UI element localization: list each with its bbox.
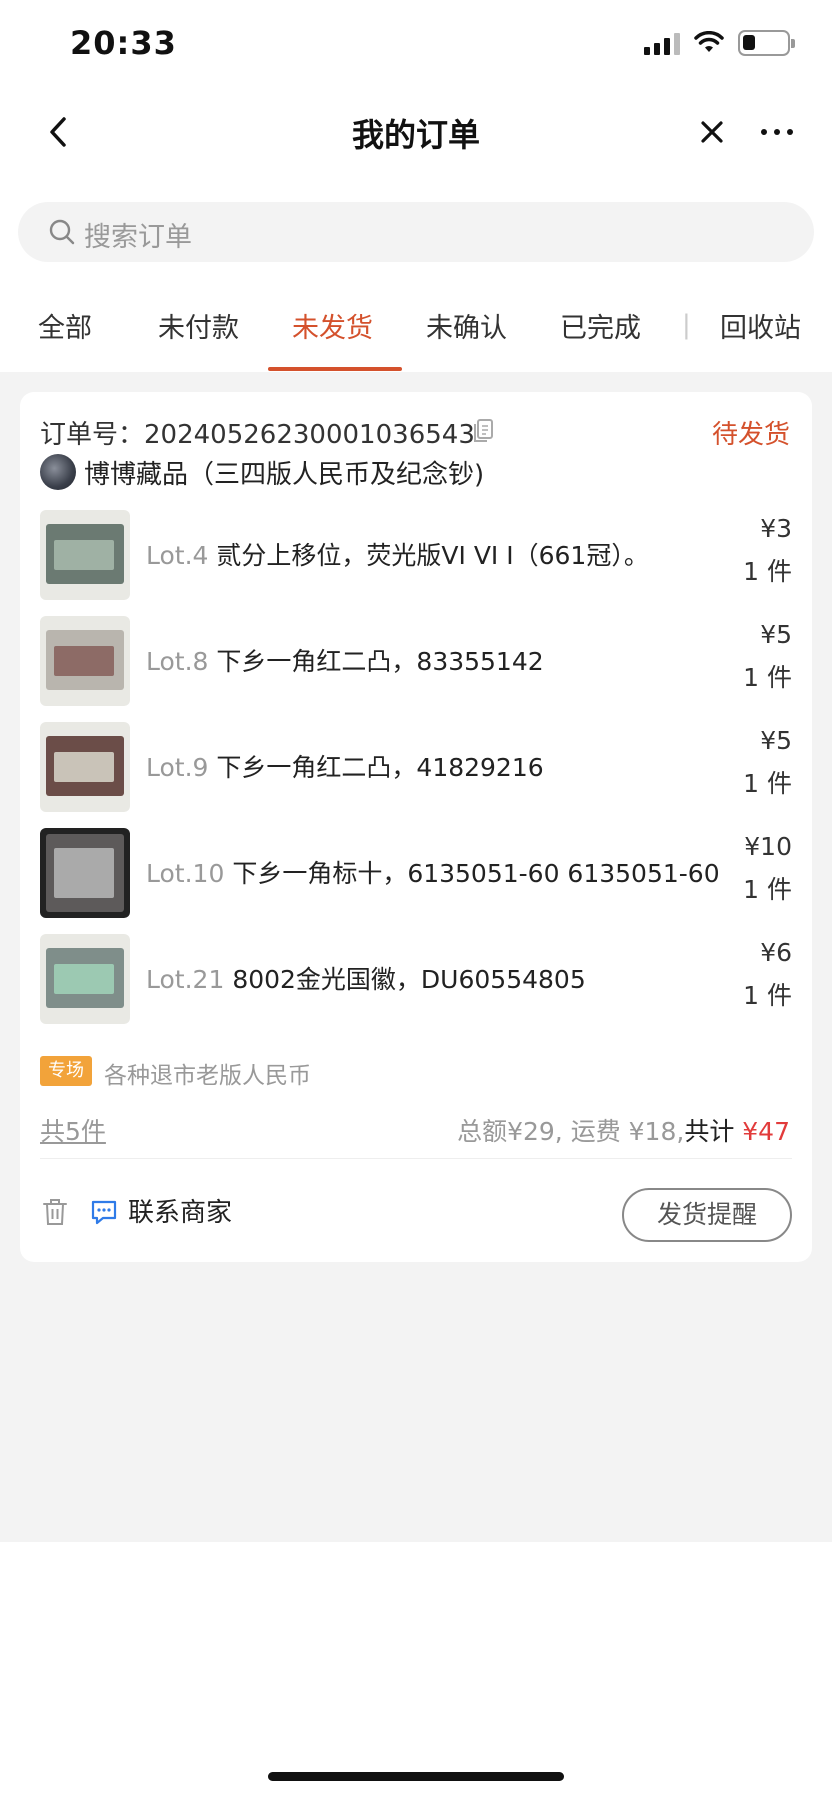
- divider: [40, 1158, 792, 1159]
- tab-all[interactable]: 全部: [38, 306, 92, 345]
- item-title: Lot.4 贰分上移位，荧光版VI VI I（661冠）。: [146, 536, 649, 572]
- item-thumbnail: [40, 510, 130, 600]
- item-quantity: 1 件: [743, 981, 792, 1010]
- item-title: Lot.9 下乡一角红二凸，41829216: [146, 748, 544, 784]
- order-number-value: 20240526230001036543: [144, 420, 475, 450]
- item-price: ¥3: [760, 514, 792, 543]
- item-name: 下乡一角红二凸，41829216: [216, 753, 544, 782]
- order-item[interactable]: Lot.21 8002金光国徽，DU60554805 ¥6 1 件: [40, 934, 792, 1026]
- item-lot: Lot.4: [146, 541, 209, 570]
- item-name: 8002金光国徽，DU60554805: [232, 965, 586, 994]
- tab-unshipped[interactable]: 未发货: [292, 306, 373, 345]
- special-session-name[interactable]: 各种退市老版人民币: [104, 1056, 311, 1090]
- item-price: ¥10: [744, 832, 792, 861]
- item-lot: Lot.9: [146, 753, 209, 782]
- battery-icon: [738, 30, 795, 56]
- item-lot: Lot.10: [146, 859, 225, 888]
- more-button[interactable]: [752, 110, 802, 154]
- order-item[interactable]: Lot.9 下乡一角红二凸，41829216 ¥5 1 件: [40, 722, 792, 814]
- tab-unconfirmed[interactable]: 未确认: [426, 306, 507, 345]
- order-item[interactable]: Lot.4 贰分上移位，荧光版VI VI I（661冠）。 ¥3 1 件: [40, 510, 792, 602]
- item-price: ¥6: [760, 938, 792, 967]
- chat-icon[interactable]: [90, 1198, 118, 1226]
- order-item[interactable]: Lot.8 下乡一角红二凸，83355142 ¥5 1 件: [40, 616, 792, 708]
- item-lot: Lot.8: [146, 647, 209, 676]
- status-time: 20:33: [70, 24, 177, 62]
- status-bar: 20:33: [0, 0, 832, 92]
- search-placeholder: 搜索订单: [84, 222, 192, 253]
- item-thumbnail: [40, 722, 130, 812]
- shop-avatar[interactable]: [40, 454, 76, 490]
- trash-icon[interactable]: [42, 1197, 68, 1227]
- status-icons: [644, 30, 795, 56]
- tab-unpaid[interactable]: 未付款: [158, 306, 239, 345]
- item-name: 贰分上移位，荧光版VI VI I（661冠）。: [216, 541, 649, 570]
- copy-icon[interactable]: [472, 418, 494, 444]
- special-tag: 专场: [40, 1056, 92, 1086]
- item-quantity: 1 件: [743, 557, 792, 586]
- item-quantity: 1 件: [743, 769, 792, 798]
- home-indicator: [268, 1772, 564, 1781]
- item-title: Lot.21 8002金光国徽，DU60554805: [146, 960, 586, 996]
- order-tabs: 全部 未付款 未发货 未确认 已完成 | 回收站: [0, 290, 832, 372]
- ship-reminder-button[interactable]: 发货提醒: [622, 1188, 792, 1242]
- order-status: 待发货: [711, 420, 790, 450]
- tab-divider: |: [682, 310, 691, 340]
- item-quantity: 1 件: [743, 663, 792, 692]
- item-name: 下乡一角标十，6135051-60 6135051-60: [232, 859, 720, 888]
- total-amount: 总额¥29, 运费 ¥18,: [457, 1117, 685, 1146]
- item-price: ¥5: [760, 726, 792, 755]
- order-number: 订单号：20240526230001036543: [40, 414, 475, 451]
- tab-completed[interactable]: 已完成: [560, 306, 641, 345]
- item-title: Lot.10 下乡一角标十，6135051-60 6135051-60: [146, 854, 720, 890]
- total-label: 共计: [684, 1117, 735, 1146]
- order-item[interactable]: Lot.10 下乡一角标十，6135051-60 6135051-60 ¥10 …: [40, 828, 792, 920]
- shop-name[interactable]: 博博藏品（三四版人民币及纪念钞): [84, 454, 484, 491]
- item-quantity: 1 件: [743, 875, 792, 904]
- tab-recycle-bin[interactable]: 回收站: [720, 306, 801, 345]
- total-value: ¥47: [742, 1117, 790, 1146]
- item-price: ¥5: [760, 620, 792, 649]
- search-icon: [49, 219, 75, 245]
- item-title: Lot.8 下乡一角红二凸，83355142: [146, 642, 544, 678]
- item-lot: Lot.21: [146, 965, 225, 994]
- search-input[interactable]: 搜索订单: [18, 202, 814, 262]
- order-card[interactable]: 订单号：20240526230001036543 待发货 博博藏品（三四版人民币…: [20, 392, 812, 1262]
- contact-seller-button[interactable]: 联系商家: [128, 1192, 232, 1229]
- item-thumbnail: [40, 828, 130, 918]
- nav-bar: 我的订单: [0, 92, 832, 172]
- order-total: 总额¥29, 运费 ¥18,共计 ¥47: [457, 1112, 790, 1148]
- item-name: 下乡一角红二凸，83355142: [216, 647, 544, 676]
- close-button[interactable]: [692, 110, 732, 154]
- total-item-count[interactable]: 共5件: [40, 1112, 106, 1148]
- item-thumbnail: [40, 934, 130, 1024]
- wifi-icon: [694, 31, 724, 52]
- item-thumbnail: [40, 616, 130, 706]
- signal-icon: [644, 31, 680, 55]
- tab-active-indicator: [268, 367, 402, 371]
- order-number-label: 订单号：: [40, 420, 145, 450]
